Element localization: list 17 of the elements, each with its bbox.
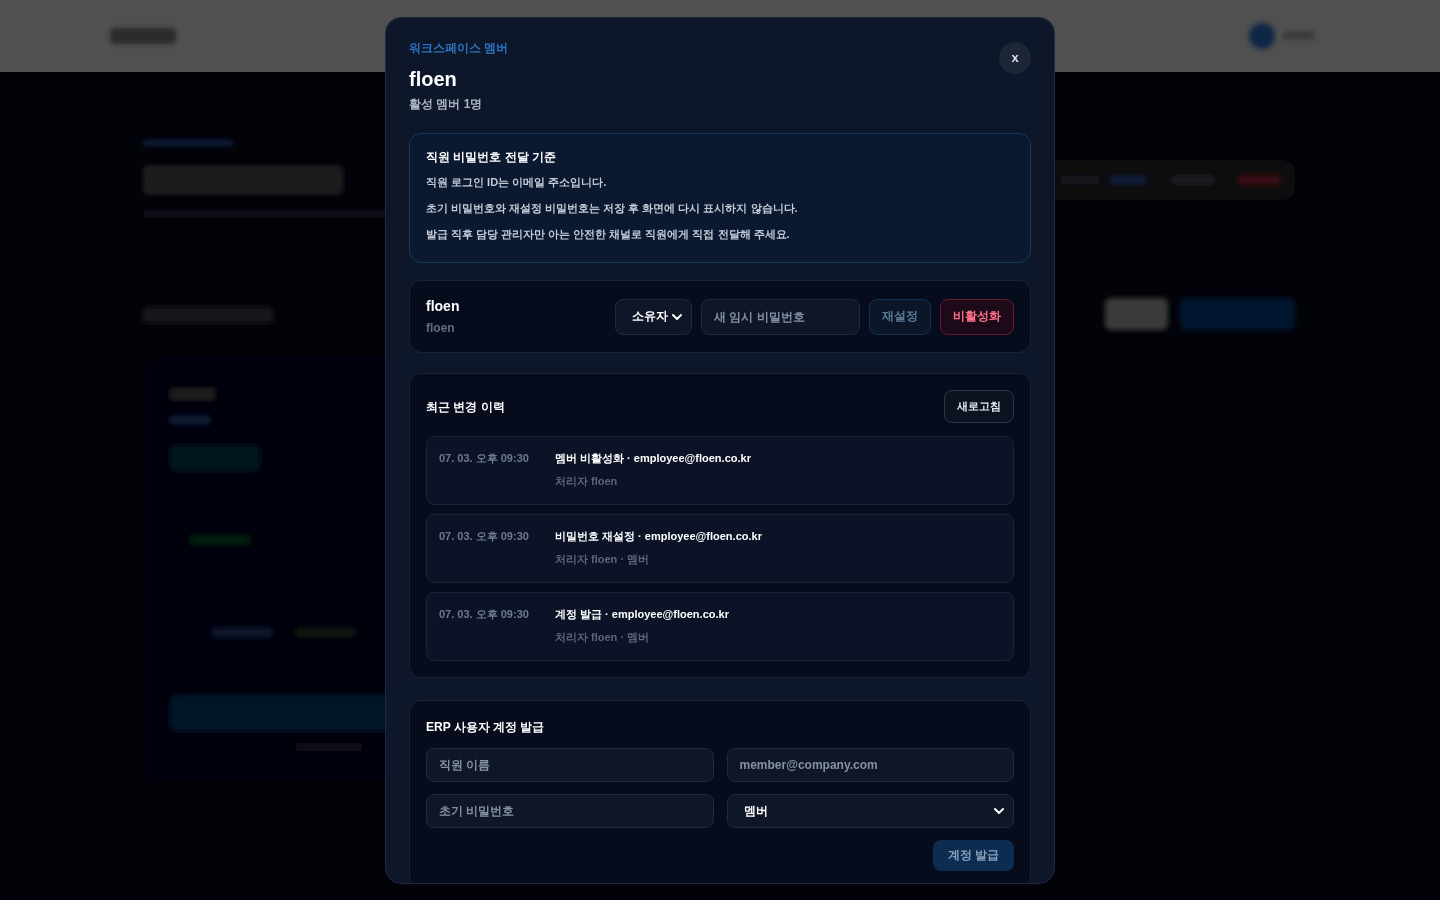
entry-time: 07. 03. 오후 09:30 <box>439 529 530 544</box>
issue-form-title: ERP 사용자 계정 발급 <box>426 720 545 734</box>
history-title: 최근 변경 이력 <box>426 399 505 414</box>
text-field[interactable]: 직원 이름 <box>426 748 714 782</box>
chevron-down-icon <box>993 805 1005 817</box>
entry-actor: 처리자 floen <box>555 474 618 488</box>
entry-action: 멤버 비활성화 · employee@floen.co.kr <box>555 451 751 465</box>
entry-time: 07. 03. 오후 09:30 <box>439 607 530 622</box>
refresh-button[interactable]: 새로고침 <box>944 390 1014 423</box>
entry-action: 비밀번호 재설정 · employee@floen.co.kr <box>555 529 762 543</box>
entry-time: 07. 03. 오후 09:30 <box>439 451 530 466</box>
text-field[interactable]: 초기 비밀번호 <box>426 794 714 828</box>
text-field[interactable]: member@company.com <box>726 748 1014 782</box>
entry-actor: 처리자 floen · 멤버 <box>555 630 650 644</box>
entry-action: 계정 발급 · employee@floen.co.kr <box>555 607 729 621</box>
role-select[interactable]: 멤버 <box>726 794 1014 828</box>
entry-actor: 처리자 floen · 멤버 <box>555 552 650 566</box>
